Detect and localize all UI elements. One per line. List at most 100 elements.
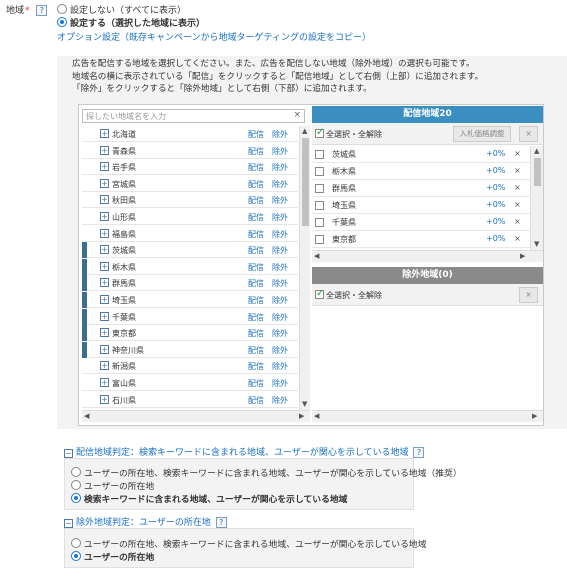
checkbox-icon[interactable] [315,288,324,299]
scroll-right-arrow-icon[interactable]: ▶ [299,412,304,420]
prefecture-row[interactable]: + 北海道 配信 除外 [82,126,298,142]
scroll-right-arrow-icon[interactable]: ▶ [520,252,525,260]
deliver-link[interactable]: 配信 [248,345,264,356]
expand-icon[interactable]: + [100,261,109,271]
delivery-list-scrollbar[interactable]: ▲ ▼ [530,146,543,250]
expand-icon[interactable]: + [100,178,109,188]
prefecture-row[interactable]: + 群馬県 配信 除外 [82,275,298,292]
delivery-criteria-heading[interactable]: − 配信地域判定：検索キーワードに含まれる地域、ユーザーが関心を示している地域 ? [64,445,425,458]
radio-icon[interactable] [57,17,67,27]
prefecture-row[interactable]: + 埼玉県 配信 除外 [82,292,298,308]
deliver-link[interactable]: 配信 [248,312,264,323]
prefecture-row[interactable]: + 秋田県 配信 除外 [82,192,298,209]
deliver-link[interactable]: 配信 [248,378,264,389]
expand-icon[interactable]: + [100,129,109,138]
bid-adjustment[interactable]: +0% [486,166,505,175]
prefecture-row[interactable]: + 山形県 配信 除外 [82,209,298,225]
exclude-link[interactable]: 除外 [272,179,288,190]
mode-option-on[interactable]: 設定する（選択した地域に表示） [57,16,205,29]
radio-icon[interactable] [71,551,81,561]
delivery-item[interactable]: 埼玉県 +0% × [312,197,530,214]
help-icon[interactable]: ? [413,447,425,458]
expand-icon[interactable]: + [100,195,109,205]
radio-icon[interactable] [71,538,81,548]
expand-icon[interactable]: + [100,378,109,387]
prefecture-row[interactable]: + 神奈川県 配信 除外 [82,341,298,358]
bid-adjustment[interactable]: +0% [486,183,505,192]
delivery-item[interactable]: 東京都 +0% × [312,231,530,248]
scrollbar-thumb[interactable] [534,158,541,186]
prefecture-row[interactable]: + 栃木県 配信 除外 [82,258,298,275]
exclude-link[interactable]: 除外 [272,295,288,306]
expand-icon[interactable]: + [100,394,109,404]
deliver-link[interactable]: 配信 [248,129,264,140]
delivery-criteria-option-3[interactable]: 検索キーワードに含まれる地域、ユーザーが関心を示している地域 [71,492,347,505]
collapse-icon[interactable]: − [64,449,73,458]
scroll-up-arrow-icon[interactable]: ▲ [302,127,307,135]
deliver-link[interactable]: 配信 [248,395,264,406]
radio-icon[interactable] [57,4,67,14]
exclude-link[interactable]: 除外 [272,262,288,273]
checkbox-icon[interactable] [315,167,324,176]
delivery-criteria-option-2[interactable]: ユーザーの所在地 [71,479,154,492]
remove-icon[interactable]: × [514,149,521,158]
expand-icon[interactable]: + [100,145,109,155]
bid-adjustment[interactable]: +0% [486,149,505,158]
exclude-link[interactable]: 除外 [272,146,288,157]
region-search-input[interactable]: 探したい地域名を入力 × [82,109,305,123]
delivery-item[interactable]: 千葉県 +0% × [312,214,530,231]
exclusion-criteria-option-2[interactable]: ユーザーの所在地 [71,550,154,563]
deliver-link[interactable]: 配信 [248,262,264,273]
exclude-link[interactable]: 除外 [272,162,288,173]
scroll-down-arrow-icon[interactable]: ▼ [302,400,307,408]
expand-icon[interactable]: + [100,295,109,304]
delivery-item[interactable]: 群馬県 +0% × [312,180,530,197]
deliver-link[interactable]: 配信 [248,361,264,372]
remove-icon[interactable]: × [514,234,521,243]
checkbox-icon[interactable] [315,184,324,193]
exclude-link[interactable]: 除外 [272,129,288,140]
remove-all-delivery-button[interactable]: × [519,126,538,142]
exclude-link[interactable]: 除外 [272,378,288,389]
expand-icon[interactable]: + [100,212,109,221]
bid-adjustment[interactable]: +0% [486,217,505,226]
deliver-link[interactable]: 配信 [248,146,264,157]
delivery-item[interactable]: 栃木県 +0% × [312,163,530,180]
expand-icon[interactable]: + [100,311,109,321]
prefecture-row[interactable]: + 石川県 配信 除外 [82,392,298,408]
clear-search-icon[interactable]: × [293,110,301,120]
help-icon[interactable]: ? [215,517,227,528]
collapse-icon[interactable]: − [64,519,73,528]
deliver-link[interactable]: 配信 [248,229,264,240]
scroll-up-arrow-icon[interactable]: ▲ [534,147,539,155]
remove-icon[interactable]: × [514,183,521,192]
scroll-left-arrow-icon[interactable]: ◀ [314,412,319,420]
exclude-link[interactable]: 除外 [272,345,288,356]
delivery-criteria-option-1[interactable]: ユーザーの所在地、検索キーワードに含まれる地域、ユーザーが関心を示している地域（… [71,466,462,479]
exclude-link[interactable]: 除外 [272,278,288,289]
deliver-link[interactable]: 配信 [248,162,264,173]
checkbox-icon[interactable] [315,235,324,244]
exclude-link[interactable]: 除外 [272,328,288,339]
checkbox-icon[interactable] [315,218,324,227]
exclude-link[interactable]: 除外 [272,245,288,256]
exclude-link[interactable]: 除外 [272,229,288,240]
mode-option-off[interactable]: 設定しない（すべてに表示） [57,3,186,16]
deliver-link[interactable]: 配信 [248,278,264,289]
scroll-right-arrow-icon[interactable]: ▶ [532,412,537,420]
remove-icon[interactable]: × [514,200,521,209]
prefecture-row[interactable]: + 東京都 配信 除外 [82,325,298,342]
exclude-link[interactable]: 除外 [272,361,288,372]
help-icon[interactable]: ? [36,5,48,16]
scroll-left-arrow-icon[interactable]: ◀ [84,412,89,420]
prefecture-row[interactable]: + 茨城県 配信 除外 [82,242,298,259]
remove-all-excluded-button[interactable]: × [519,287,538,303]
expand-icon[interactable]: + [100,361,109,371]
prefecture-row[interactable]: + 福島県 配信 除外 [82,226,298,242]
prefecture-list-scrollbar[interactable]: ▲ ▼ [299,126,310,410]
exclude-link[interactable]: 除外 [272,195,288,206]
deliver-link[interactable]: 配信 [248,295,264,306]
deliver-link[interactable]: 配信 [248,328,264,339]
prefecture-row[interactable]: + 宮城県 配信 除外 [82,176,298,192]
deliver-link[interactable]: 配信 [248,179,264,190]
